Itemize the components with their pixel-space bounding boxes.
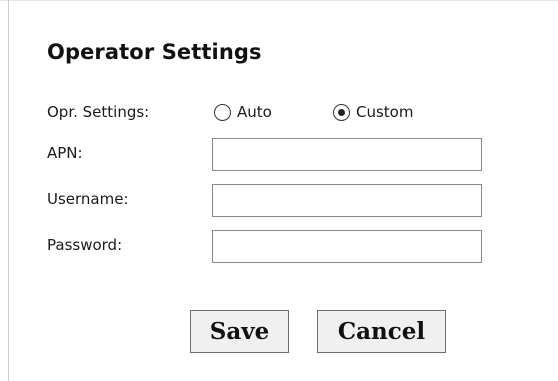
radio-auto-indicator[interactable] — [214, 103, 231, 121]
radio-custom[interactable]: Custom — [333, 103, 413, 121]
radio-auto[interactable]: Auto — [214, 103, 272, 121]
panel-title: Operator Settings — [47, 40, 262, 64]
opr-settings-label: Opr. Settings: — [47, 103, 150, 121]
username-field[interactable] — [212, 184, 482, 217]
cancel-button[interactable]: Cancel — [317, 310, 446, 353]
username-label: Username: — [47, 190, 129, 208]
operator-settings-panel: Operator Settings Opr. Settings: Auto Cu… — [0, 0, 558, 381]
password-label: Password: — [47, 236, 123, 254]
apn-field[interactable] — [212, 138, 482, 171]
top-divider — [0, 0, 558, 1]
save-button[interactable]: Save — [190, 310, 289, 353]
radio-auto-label: Auto — [237, 103, 272, 121]
apn-label: APN: — [47, 144, 83, 162]
left-divider — [8, 0, 9, 381]
radio-custom-label: Custom — [356, 103, 414, 121]
radio-custom-indicator[interactable] — [333, 103, 350, 121]
password-field[interactable] — [212, 230, 482, 263]
